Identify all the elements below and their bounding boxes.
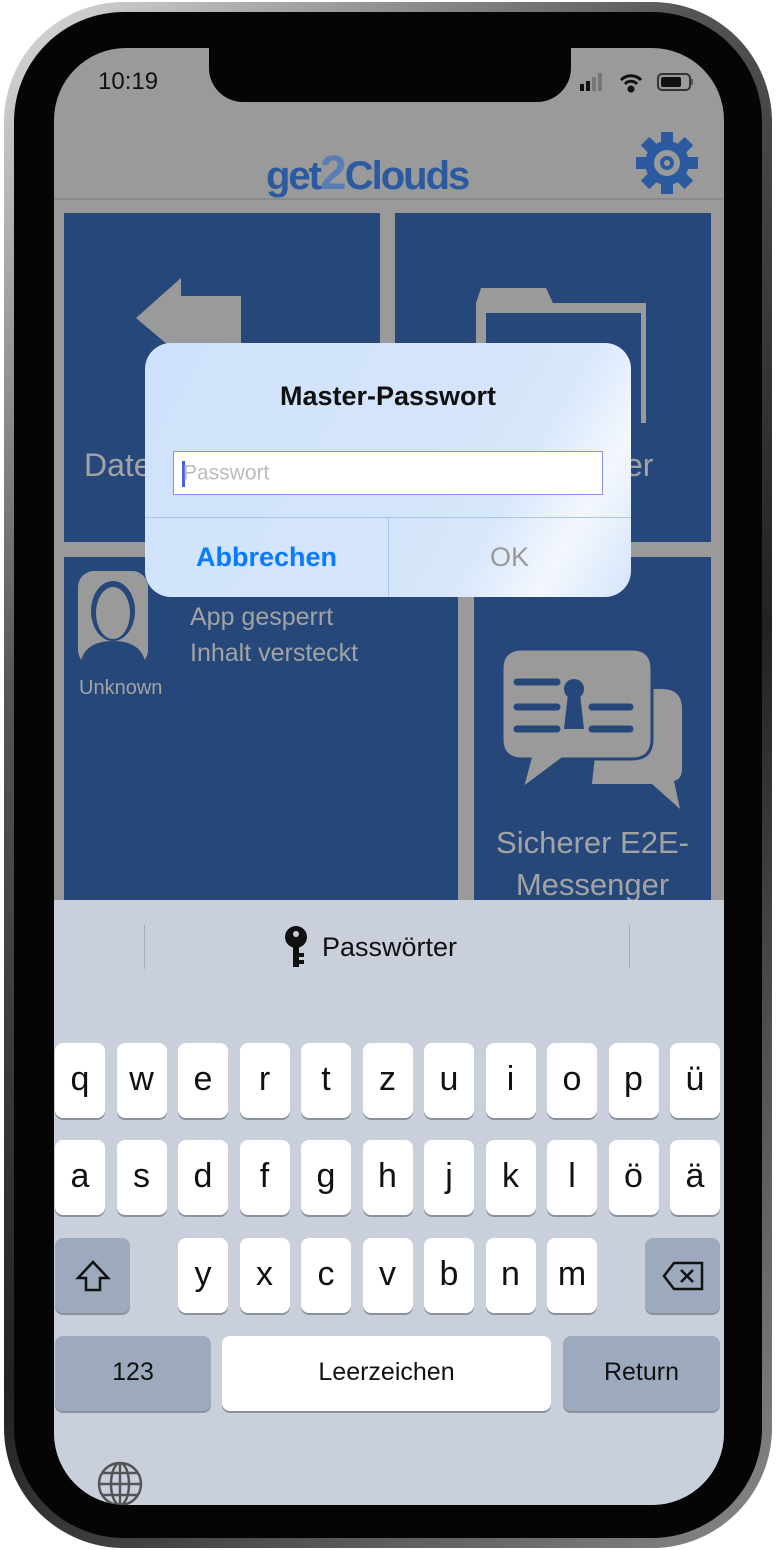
ok-button[interactable]: OK [388,517,631,597]
globe-icon[interactable] [96,1460,144,1505]
backspace-icon [661,1261,703,1291]
password-placeholder: Passwort [183,461,270,485]
dialog-title: Master-Passwort [279,381,497,411]
key-d[interactable]: d [178,1140,228,1215]
master-password-dialog: Master-Passwort Passwort Abbrechen OK [145,343,631,597]
key-l[interactable]: l [547,1140,597,1215]
key-s[interactable]: s [116,1140,167,1215]
key-m[interactable]: m [547,1238,597,1313]
status-time: 10:19 [98,68,159,95]
key-r[interactable]: r [239,1043,290,1118]
content-status: Inhalt versteckt [190,639,359,667]
delete-key[interactable] [645,1238,720,1313]
tile-contact[interactable]: Unknown App gesperrt Inhalt versteckt [64,557,458,917]
lock-status: App gesperrt [190,603,334,631]
key-x[interactable]: x [239,1238,290,1313]
tile-label: Date [84,447,152,483]
app-logo: get2Clouds [266,147,470,200]
key-ä[interactable]: ä [670,1140,720,1215]
cancel-button[interactable]: Abbrechen [145,517,388,597]
password-suggestion[interactable]: Passwörter [284,925,457,969]
key-f[interactable]: f [239,1140,290,1215]
divider [144,925,145,969]
divider [629,925,630,969]
key-t[interactable]: t [301,1043,351,1118]
key-icon [285,926,307,967]
password-input[interactable]: Passwort [173,451,603,495]
key-b[interactable]: b [424,1238,474,1313]
key-c[interactable]: c [301,1238,351,1313]
chat-lock-icon [502,649,682,809]
return-key[interactable]: Return [563,1336,720,1411]
suggestion-label: Passwörter [322,931,458,962]
header-divider [54,198,724,200]
key-ü[interactable]: ü [670,1043,720,1118]
key-a[interactable]: a [55,1140,105,1215]
status-icons [580,73,693,93]
key-z[interactable]: z [362,1043,413,1118]
shift-icon [74,1260,111,1292]
key-h[interactable]: h [362,1140,413,1215]
settings-gear-icon[interactable] [634,130,700,196]
key-n[interactable]: n [485,1238,536,1313]
key-y[interactable]: y [178,1238,228,1313]
key-i[interactable]: i [485,1043,536,1118]
key-w[interactable]: w [116,1043,167,1118]
key-q[interactable]: q [55,1043,105,1118]
key-g[interactable]: g [301,1140,351,1215]
user-name: Unknown [79,677,163,699]
space-key[interactable]: Leerzeichen [222,1336,551,1411]
avatar-icon [78,571,148,666]
screen: 10:19 get2Clouds Date er Unknown App ges… [54,48,724,1505]
key-j[interactable]: j [424,1140,474,1215]
notch [209,48,571,102]
tile-label: Messenger [515,867,670,902]
keyboard: Passwörter qwertzuiopü asdfghjklöä yxcvbnm… [54,900,724,1505]
numbers-key[interactable]: 123 [55,1336,211,1411]
key-v[interactable]: v [362,1238,413,1313]
tile-messenger[interactable]: Sicherer E2E- Messenger [474,557,711,917]
key-e[interactable]: e [178,1043,228,1118]
key-p[interactable]: p [608,1043,659,1118]
key-ö[interactable]: ö [608,1140,659,1215]
key-k[interactable]: k [485,1140,536,1215]
shift-key[interactable] [55,1238,130,1313]
battery-icon [657,73,693,91]
signal-icon [580,73,602,91]
wifi-icon [619,74,643,93]
key-o[interactable]: o [547,1043,597,1118]
tile-label: Sicherer E2E- [496,825,689,860]
key-u[interactable]: u [424,1043,474,1118]
